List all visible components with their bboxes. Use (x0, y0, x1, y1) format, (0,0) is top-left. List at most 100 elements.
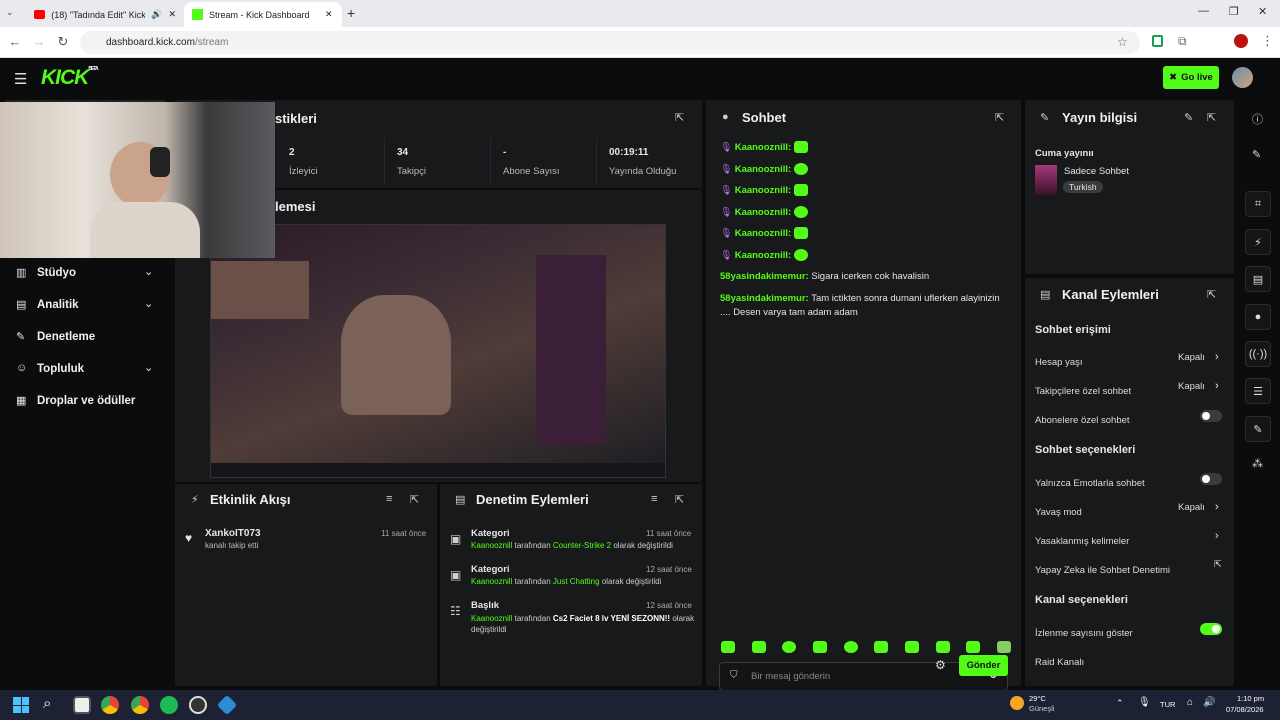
chat-username[interactable]: Kaanooznill: (735, 228, 791, 239)
puzzle-icon[interactable]: ⧉ (1178, 34, 1187, 49)
chat-username[interactable]: Kaanooznill: (735, 142, 791, 153)
chevron-down-icon[interactable]: ⌄ (144, 297, 153, 310)
emote-icon[interactable] (874, 641, 889, 653)
window-close-icon[interactable]: ✕ (1258, 5, 1267, 18)
setting-banned-words[interactable]: Yasaklanmış kelimeler › (1035, 530, 1225, 547)
sidebar-item-analytics[interactable]: ▤ Analitik ⌄ (14, 296, 159, 316)
send-button[interactable]: Gönder (959, 655, 1008, 676)
tray-chevron-icon[interactable]: ⌃ (1116, 698, 1124, 709)
profile-avatar[interactable] (1234, 34, 1248, 48)
sidebar-item-drops[interactable]: ▦ Droplar ve ödüller (14, 392, 159, 412)
app-icon[interactable] (216, 694, 238, 716)
bookmark-star-icon[interactable]: ☆ (1117, 35, 1128, 49)
language-indicator[interactable]: TUR (1160, 700, 1175, 709)
audio-icon[interactable]: 🔊 (151, 9, 162, 20)
extension-icon[interactable] (1152, 35, 1163, 47)
search-icon[interactable]: ⌕ (43, 695, 51, 712)
emote-icon[interactable] (966, 641, 981, 653)
chat-username[interactable]: 58yasindakimemur: (720, 271, 809, 282)
popout-icon[interactable]: ⇱ (675, 493, 684, 506)
tab-youtube[interactable]: (18) "Tadında Edit" Kick & T 🔊 ✕ (26, 2, 184, 27)
forward-icon[interactable]: → (31, 35, 47, 49)
setting-slow-mode[interactable]: Yavaş mod Kapalı › (1035, 501, 1225, 518)
chat-username[interactable]: 58yasindakimemur: (720, 293, 809, 304)
chat-username[interactable]: Kaanooznill: (735, 185, 791, 196)
url-field[interactable]: dashboard.kick.com/stream (80, 31, 1140, 54)
new-tab-icon[interactable]: + (347, 5, 355, 21)
setting-ai-moderation[interactable]: Yapay Zeka ile Sohbet Denetimi ⇱ (1035, 559, 1225, 576)
popout-icon[interactable]: ⇱ (675, 111, 684, 124)
setting-account-age[interactable]: Hesap yaşı Kapalı › (1035, 351, 1225, 368)
rail-channel-icon[interactable]: ☰ (1245, 378, 1271, 404)
spotify-icon[interactable] (160, 696, 178, 714)
info-icon[interactable]: ⓘ (1252, 111, 1263, 127)
clock-time[interactable]: 1:10 pm (1237, 694, 1264, 703)
toggle-switch[interactable] (1200, 473, 1222, 485)
go-live-button[interactable]: ✖ Go live (1163, 66, 1219, 89)
filter-icon[interactable]: ≡ (386, 493, 392, 505)
setting-raid-channel[interactable]: Raid Kanalı (1035, 652, 1225, 668)
sidebar-item-community[interactable]: ☺ Topluluk ⌄ (14, 360, 159, 380)
popout-icon[interactable]: ⇱ (1207, 288, 1216, 301)
network-icon[interactable]: ⌂ (1187, 697, 1193, 708)
rail-lightning-icon[interactable]: ⚡ (1245, 229, 1271, 255)
obs-icon[interactable] (189, 696, 207, 714)
mod-user[interactable]: Kaanooznill (471, 541, 512, 550)
stream-preview-video[interactable] (210, 224, 666, 478)
stats-title: stikleri (275, 111, 317, 126)
rail-broadcast-icon[interactable]: ((·)) (1245, 341, 1271, 367)
windows-start-icon[interactable] (13, 697, 29, 713)
microphone-icon[interactable]: 🎙 (1138, 697, 1151, 708)
tab-list-icon[interactable]: ⌄ (6, 7, 14, 18)
setting-followers-only[interactable]: Takipçilere özel sohbet Kapalı › (1035, 380, 1225, 397)
popout-icon[interactable]: ⇱ (1207, 111, 1216, 124)
stream-category[interactable]: Sadece Sohbet (1064, 166, 1129, 177)
edit-pencil-icon[interactable]: ✎ (1252, 148, 1261, 161)
settings-gear-icon[interactable]: ⚙ (935, 658, 946, 672)
menu-kebab-icon[interactable]: ⋮ (1261, 33, 1274, 49)
rail-chat-icon[interactable]: ● (1245, 304, 1271, 330)
emote-icon[interactable] (843, 641, 858, 653)
rail-document-icon[interactable]: ▤ (1245, 266, 1271, 292)
rail-stats-icon[interactable]: ⌗ (1245, 191, 1271, 217)
clock-date[interactable]: 07/08/2026 (1226, 705, 1264, 714)
maximize-icon[interactable]: ❐ (1229, 5, 1239, 18)
minimize-icon[interactable]: — (1198, 5, 1209, 17)
hamburger-menu-icon[interactable]: ☰ (14, 70, 27, 88)
filter-icon[interactable]: ≡ (651, 493, 657, 505)
edit-pencil-icon[interactable]: ✎ (1184, 111, 1193, 124)
sidebar-item-moderation[interactable]: ✎ Denetleme (14, 328, 159, 348)
toggle-switch[interactable] (1200, 623, 1222, 635)
chat-username[interactable]: Kaanooznill: (735, 164, 791, 175)
mod-user[interactable]: Kaanooznill (471, 577, 512, 586)
toggle-switch[interactable] (1200, 410, 1222, 422)
close-icon[interactable]: ✕ (168, 9, 176, 20)
chevron-down-icon[interactable]: ⌄ (144, 361, 153, 374)
popout-icon[interactable]: ⇱ (995, 111, 1004, 124)
kick-logo[interactable]: KICKBETA (41, 66, 99, 90)
volume-icon[interactable]: 🔊 (1203, 697, 1215, 708)
chat-username[interactable]: Kaanooznill: (735, 250, 791, 261)
emote-icon[interactable] (996, 641, 1011, 653)
emote-icon[interactable] (751, 641, 766, 653)
chrome-icon[interactable] (101, 696, 119, 714)
popout-icon[interactable]: ⇱ (410, 493, 419, 506)
file-explorer-icon[interactable] (73, 696, 91, 714)
chat-username[interactable]: Kaanooznill: (735, 207, 791, 218)
tab-kick-dashboard[interactable]: Stream - Kick Dashboard ✕ (184, 2, 342, 27)
emote-icon[interactable] (721, 641, 735, 653)
emote-icon[interactable] (782, 641, 797, 653)
emote-icon[interactable] (812, 641, 827, 653)
reload-icon[interactable]: ↻ (55, 35, 71, 49)
rail-apps-icon[interactable]: ⁂ (1252, 457, 1263, 470)
emote-icon[interactable] (935, 641, 950, 653)
sidebar-item-studio[interactable]: ▥ Stüdyo ⌄ (14, 264, 159, 284)
mod-user[interactable]: Kaanooznill (471, 614, 512, 623)
close-icon[interactable]: ✕ (325, 9, 333, 20)
chevron-down-icon[interactable]: ⌄ (144, 265, 153, 278)
user-avatar[interactable] (1232, 67, 1253, 88)
rail-wrench-icon[interactable]: ✎ (1245, 416, 1271, 442)
back-icon[interactable]: ← (7, 35, 23, 49)
chrome-profile-icon[interactable] (131, 696, 149, 714)
emote-icon[interactable] (904, 641, 919, 653)
